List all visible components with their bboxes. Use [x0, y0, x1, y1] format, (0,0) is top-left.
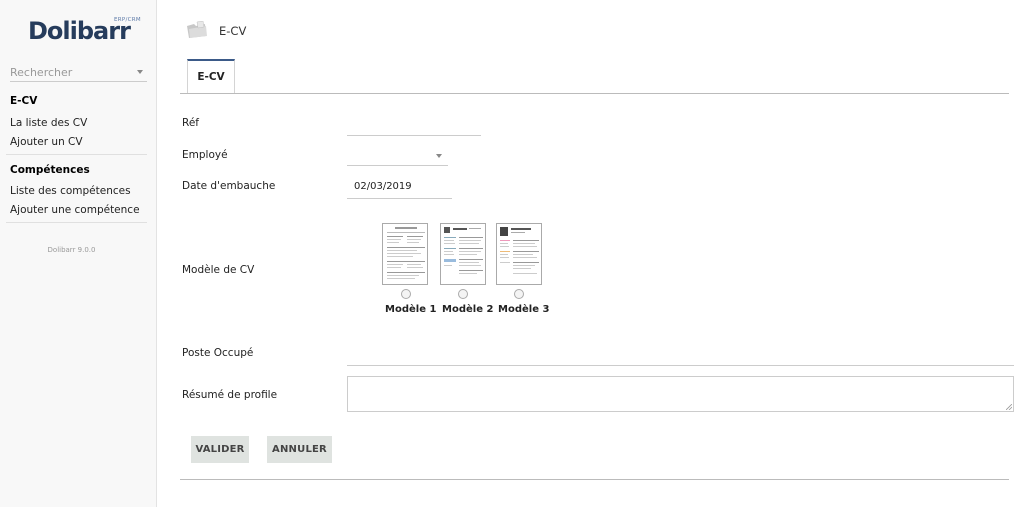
validate-button[interactable]: VALIDER — [191, 436, 249, 463]
tab-divider — [180, 93, 1009, 94]
cv-model-2-radio[interactable] — [458, 289, 468, 299]
menu-separator — [6, 154, 147, 155]
hire-date-label: Date d'embauche — [182, 180, 276, 192]
logo-brand: Dolibarr — [28, 17, 131, 45]
cv-model-1-radio[interactable] — [401, 289, 411, 299]
position-label: Poste Occupé — [182, 347, 254, 359]
search-select[interactable]: Rechercher — [10, 64, 147, 82]
ref-underline — [347, 135, 481, 136]
chevron-down-icon — [436, 154, 442, 158]
summary-label: Résumé de profile — [182, 389, 278, 401]
tab-ecv[interactable]: E-CV — [187, 59, 235, 94]
cv-model-1-thumbnail[interactable] — [382, 223, 428, 285]
cancel-button[interactable]: ANNULER — [267, 436, 332, 463]
dolibarr-logo[interactable]: ERP/CRM Dolibarr — [28, 15, 141, 45]
version-label: Dolibarr 9.0.0 — [47, 246, 96, 254]
employee-underline — [347, 165, 448, 166]
position-input[interactable] — [347, 346, 1014, 365]
summary-textarea[interactable] — [347, 376, 1014, 412]
employee-label: Employé — [182, 149, 228, 161]
menu-title-ecv[interactable]: E-CV — [10, 95, 37, 107]
cv-model-label: Modèle de CV — [182, 264, 255, 276]
hire-date-underline — [347, 198, 452, 199]
menu-item-add-cv[interactable]: Ajouter un CV — [10, 136, 83, 148]
ref-input[interactable] — [347, 118, 481, 136]
position-underline — [347, 365, 1014, 366]
resize-handle-icon[interactable] — [1006, 404, 1012, 410]
cv-model-3-radio[interactable] — [514, 289, 524, 299]
search-placeholder: Rechercher — [10, 66, 73, 79]
cv-model-3-label[interactable]: Modèle 3 — [498, 304, 549, 315]
chevron-down-icon — [137, 70, 143, 74]
menu-separator — [6, 222, 147, 223]
menu-item-cv-list[interactable]: La liste des CV — [10, 117, 87, 129]
sidebar: ERP/CRM Dolibarr Rechercher E-CV La list… — [0, 0, 157, 507]
menu-item-add-competence[interactable]: Ajouter une compétence — [10, 204, 140, 216]
employee-select[interactable] — [347, 148, 448, 166]
form-bottom-divider — [180, 479, 1009, 480]
cv-model-2-thumbnail[interactable] — [440, 223, 486, 285]
hire-date-input[interactable]: 02/03/2019 — [347, 178, 452, 198]
folder-icon — [186, 20, 208, 39]
page-title: E-CV — [219, 24, 247, 38]
hire-date-value: 02/03/2019 — [354, 181, 412, 192]
menu-title-competences[interactable]: Compétences — [10, 164, 90, 176]
ref-label: Réf — [182, 117, 199, 129]
cv-model-1-label[interactable]: Modèle 1 — [385, 304, 436, 315]
menu-item-competence-list[interactable]: Liste des compétences — [10, 185, 131, 197]
cv-model-2-label[interactable]: Modèle 2 — [442, 304, 493, 315]
cv-model-3-thumbnail[interactable] — [496, 223, 542, 285]
